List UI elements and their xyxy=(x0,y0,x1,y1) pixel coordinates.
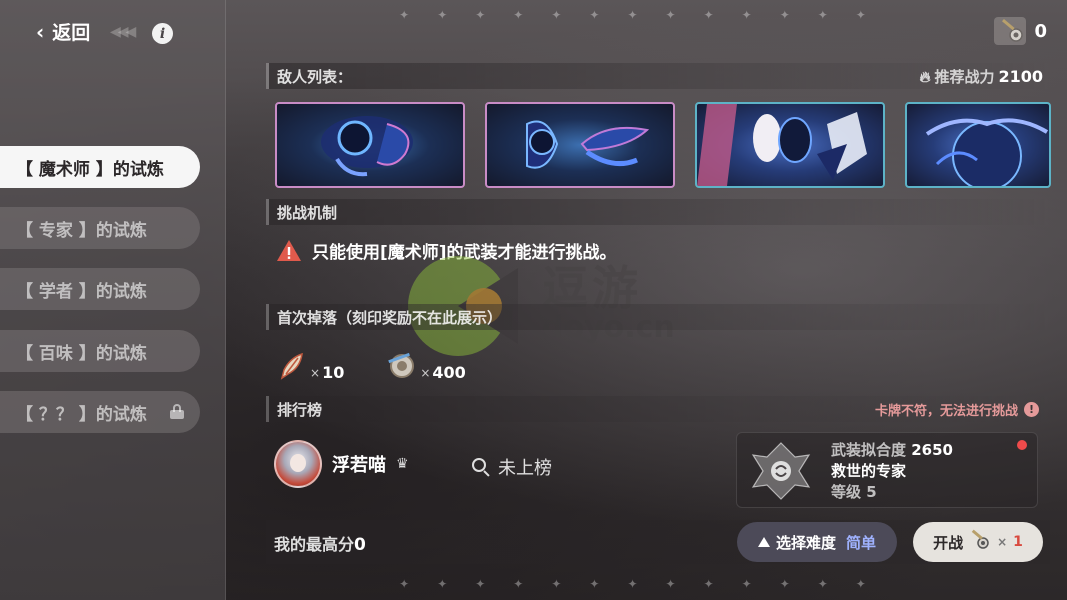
best-score-value: 0 xyxy=(354,535,366,555)
first-drop-title: 首次掉落（刻印奖励不在此展示） xyxy=(277,308,503,327)
flame-icon: 🔥︎ xyxy=(919,67,931,86)
feather-quill-icon xyxy=(276,350,308,382)
best-score: 我的最高分0 xyxy=(274,531,366,555)
info-icon[interactable]: i xyxy=(152,23,173,44)
enemy-portrait-4 xyxy=(925,118,1049,186)
fit-label: 武装拟合度 xyxy=(831,441,907,459)
lock-icon xyxy=(170,404,184,419)
trial-tab-scholar[interactable]: 【 学者 】的试炼 xyxy=(0,268,200,310)
decorative-sparkles-bottom: ✦✦✦✦✦✦✦✦✦✦✦✦✦ xyxy=(399,577,894,591)
trial-tab-magician[interactable]: 【 魔术师 】的试炼 xyxy=(0,146,200,188)
key-count: 0 xyxy=(1034,20,1047,42)
difficulty-value: 简单 xyxy=(846,533,877,552)
mechanism-title: 挑战机制 xyxy=(277,203,338,222)
recommended-power: 🔥︎ 推荐战力 2100 xyxy=(919,66,1043,87)
trial-tab-label: 【 百味 】的试炼 xyxy=(16,343,147,364)
gear-coin-icon xyxy=(386,350,418,382)
crown-icon: ♛ xyxy=(396,456,409,472)
trial-sidebar: ‹ 返回 ◀◀◀ i 【 魔术师 】的试炼 【 专家 】的试炼 【 学者 】的试… xyxy=(0,0,226,600)
key-currency: 0 xyxy=(992,15,1047,47)
card-mismatch-text: 卡牌不符，无法进行挑战 xyxy=(874,404,1018,419)
back-label: 返回 xyxy=(52,22,91,44)
trial-tab-label: 【 学者 】的试炼 xyxy=(16,281,147,302)
loadout-emblem-icon xyxy=(751,441,811,501)
difficulty-label: 选择难度 xyxy=(775,533,836,552)
enemy-card-1[interactable] xyxy=(275,102,465,188)
best-score-label: 我的最高分 xyxy=(274,535,355,554)
loadout-name: 救世的专家 xyxy=(831,462,907,480)
enemy-portrait-2 xyxy=(526,120,650,169)
loadout-info: 武装拟合度 2650 救世的专家 等级 5 xyxy=(831,440,953,503)
start-label: 开战 xyxy=(933,533,964,552)
decorative-sparkles-top: ✦✦✦✦✦✦✦✦✦✦✦✦✦ xyxy=(399,8,894,22)
first-drop-header: 首次掉落（刻印奖励不在此展示） xyxy=(266,304,1050,330)
mechanism-header: 挑战机制 xyxy=(266,199,1050,225)
avatar[interactable] xyxy=(274,440,322,488)
exclamation-icon: ! xyxy=(1024,402,1039,417)
rank-status-text: 未上榜 xyxy=(498,458,552,479)
decorative-arrows-icon: ◀◀◀ xyxy=(110,24,136,40)
drop-count: 400 xyxy=(432,363,466,382)
card-mismatch-warning: 卡牌不符，无法进行挑战 ! xyxy=(875,400,1039,419)
watermark-logo-icon xyxy=(408,256,518,356)
drop-multiplier: × xyxy=(420,366,431,380)
trial-tab-label: 【 ？？ 】的试炼 xyxy=(16,404,147,425)
drop-count: 10 xyxy=(322,363,345,382)
site-watermark: 逗游 doyo.cn xyxy=(388,248,688,358)
enemy-portrait-1 xyxy=(321,116,413,177)
rank-status: 未上榜 xyxy=(472,454,552,480)
drop-item[interactable]: × 10 xyxy=(276,350,344,382)
first-drop-list: × 10 × 400 xyxy=(276,350,466,382)
player-name: 浮若喵 xyxy=(332,455,386,476)
enemy-portrait-3 xyxy=(697,104,867,186)
player-entry: 浮若喵 ♛ xyxy=(274,440,409,488)
trial-tab-unknown[interactable]: 【 ？？ 】的试炼 xyxy=(0,391,200,433)
key-icon xyxy=(969,529,991,555)
enemy-card-4[interactable] xyxy=(905,102,1051,188)
enemy-card-3[interactable] xyxy=(695,102,885,188)
loadout-card[interactable]: 武装拟合度 2650 救世的专家 等级 5 xyxy=(736,432,1038,508)
search-icon xyxy=(472,458,490,477)
loadout-level: 等级 5 xyxy=(831,483,877,501)
warning-triangle-icon xyxy=(276,239,302,262)
back-chevron-icon: ‹ xyxy=(36,19,45,44)
enemy-list-title: 敌人列表： xyxy=(277,67,353,86)
drop-item[interactable]: × 400 xyxy=(386,350,466,382)
back-button[interactable]: ‹ 返回 xyxy=(36,18,90,45)
trial-tab-expert[interactable]: 【 专家 】的试炼 xyxy=(0,207,200,249)
start-cost-multiplier: × xyxy=(997,535,1008,549)
key-icon xyxy=(992,15,1028,47)
power-label: 推荐战力 xyxy=(934,68,995,86)
trial-tab-label: 【 专家 】的试炼 xyxy=(16,220,147,241)
fit-value: 2650 xyxy=(911,441,953,459)
enemy-card-2[interactable] xyxy=(485,102,675,188)
select-difficulty-button[interactable]: 选择难度 简单 xyxy=(737,522,897,562)
trial-tab-gourmet[interactable]: 【 百味 】的试炼 xyxy=(0,330,200,372)
leaderboard-title: 排行榜 xyxy=(277,400,323,419)
power-value: 2100 xyxy=(998,67,1043,86)
start-cost: 1 xyxy=(1013,534,1023,550)
notification-dot xyxy=(1017,440,1027,450)
triangle-up-icon xyxy=(757,537,770,547)
drop-multiplier: × xyxy=(310,366,321,380)
trial-tab-label: 【 魔术师 】的试炼 xyxy=(16,159,164,180)
start-battle-button[interactable]: 开战 × 1 xyxy=(913,522,1043,562)
